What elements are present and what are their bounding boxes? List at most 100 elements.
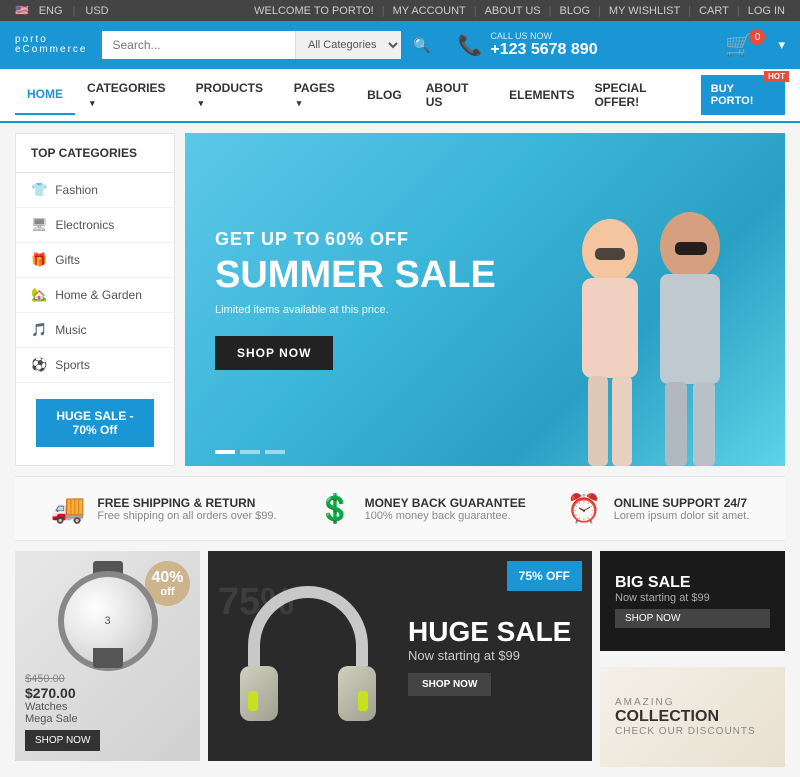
nav-item-about[interactable]: ABOUT US — [414, 69, 497, 121]
headphones-text: HUGE SALE Now starting at $99 SHOP NOW — [408, 616, 571, 696]
hero-text: GET UP TO 60% OFF SUMMER SALE Limited it… — [215, 229, 496, 371]
phone-label: CALL US NOW — [490, 31, 597, 41]
watch-image: 3 — [48, 561, 168, 668]
gift-icon: 🎁 — [31, 252, 47, 268]
monitor-icon: 🖥 — [31, 217, 48, 233]
nav-item-blog[interactable]: BLOG — [355, 76, 414, 114]
features-bar: 🚚 FREE SHIPPING & RETURN Free shipping o… — [15, 476, 785, 541]
hero-dot-1[interactable] — [215, 450, 235, 454]
clock-icon: ⏰ — [567, 492, 602, 525]
sports-icon: ⚽ — [31, 357, 47, 373]
sidebar-item-label: Fashion — [55, 183, 98, 197]
hero-image — [515, 133, 785, 466]
huge-sale-button[interactable]: HUGE SALE - 70% Off — [36, 399, 154, 447]
language-selector[interactable]: ENG — [39, 5, 63, 17]
search-input[interactable] — [102, 31, 295, 59]
hero-shop-now-button[interactable]: SHOP NOW — [215, 336, 333, 370]
collection-label: AMAZING — [615, 697, 770, 708]
big-sale-subtitle: Now starting at $99 — [615, 592, 770, 604]
truck-icon: 🚚 — [51, 492, 86, 525]
blog-link[interactable]: BLOG — [559, 5, 590, 17]
main-content: TOP CATEGORIES 👕 Fashion 🖥 Electronics 🎁… — [0, 123, 800, 476]
welcome-text: WELCOME TO PORTO! — [254, 5, 374, 17]
hero-dot-3[interactable] — [265, 450, 285, 454]
hero-dot-2[interactable] — [240, 450, 260, 454]
money-icon: 💲 — [318, 492, 353, 525]
sidebar-item-home-garden[interactable]: 🏡 Home & Garden — [16, 278, 174, 313]
big-sale-shop-now-button[interactable]: SHOP NOW — [615, 609, 770, 628]
headphones-promo-card: 75% 75% OFF HUGE SALE Now starting at $9… — [208, 551, 592, 761]
sidebar-item-gifts[interactable]: 🎁 Gifts — [16, 243, 174, 278]
special-offer-link[interactable]: SPECIAL OFFER! — [586, 69, 695, 121]
sidebar-item-fashion[interactable]: 👕 Fashion — [16, 173, 174, 208]
watches-new-price: $270.00 — [25, 685, 190, 701]
feature-desc: 100% money back guarantee. — [365, 510, 526, 522]
feature-desc: Free shipping on all orders over $99. — [97, 510, 276, 522]
logo-sub: eCommerce — [15, 45, 87, 55]
buy-porto-button[interactable]: BUY PORTO! HOT — [701, 75, 785, 115]
watches-label: Watches Mega Sale — [25, 701, 190, 725]
feature-support: ⏰ ONLINE SUPPORT 24/7 Lorem ipsum dolor … — [567, 492, 750, 525]
feature-desc: Lorem ipsum dolor sit amet. — [614, 510, 750, 522]
sidebar: TOP CATEGORIES 👕 Fashion 🖥 Electronics 🎁… — [15, 133, 175, 466]
my-account-link[interactable]: MY ACCOUNT — [393, 5, 466, 17]
search-button[interactable]: 🔍 — [401, 31, 442, 59]
chevron-down-icon: ▾ — [297, 98, 302, 108]
headphones-subtitle: Now starting at $99 — [408, 648, 571, 663]
nav-item-elements[interactable]: ELEMENTS — [497, 76, 586, 114]
sidebar-item-label: Gifts — [55, 253, 80, 267]
collection-title: COLLECTION — [615, 708, 770, 726]
login-link[interactable]: LOG IN — [748, 5, 785, 17]
hero-title: SUMMER SALE — [215, 255, 496, 297]
nav-item-products[interactable]: PRODUCTS ▾ — [184, 69, 282, 121]
logo[interactable]: porto eCommerce — [15, 35, 87, 55]
top-bar-left: 🇺🇸 ENG | USD — [15, 4, 109, 17]
cart-link[interactable]: CART — [699, 5, 729, 17]
category-select[interactable]: All Categories — [295, 31, 401, 59]
hero-pagination — [215, 450, 285, 454]
nav-item-home[interactable]: HOME — [15, 75, 75, 115]
promo-grid: 40% off 3 $450.00 $270.00 Watches Mega S… — [0, 551, 800, 777]
cart-icon: 🛒 — [725, 32, 752, 58]
headphones-shop-now-button[interactable]: SHOP NOW — [408, 673, 491, 696]
hero-subtitle: GET UP TO 60% OFF — [215, 229, 496, 250]
top-bar-right: WELCOME TO PORTO! | MY ACCOUNT | ABOUT U… — [254, 5, 785, 17]
cart-dropdown-icon: ▾ — [778, 37, 785, 53]
big-sale-title: BIG SALE — [615, 574, 770, 592]
watches-old-price: $450.00 — [25, 673, 190, 685]
headphones-title: HUGE SALE — [408, 616, 571, 648]
sidebar-item-electronics[interactable]: 🖥 Electronics — [16, 208, 174, 243]
music-icon: 🎵 — [31, 322, 47, 338]
headphone-image — [228, 576, 388, 736]
chevron-down-icon: ▾ — [90, 98, 95, 108]
sidebar-item-music[interactable]: 🎵 Music — [16, 313, 174, 348]
nav-item-pages[interactable]: PAGES ▾ — [282, 69, 355, 121]
big-sale-card: BIG SALE Now starting at $99 SHOP NOW — [600, 551, 785, 651]
phone-number: +123 5678 890 — [490, 41, 597, 59]
hero-banner: GET UP TO 60% OFF SUMMER SALE Limited it… — [185, 133, 785, 466]
sidebar-item-label: Home & Garden — [55, 288, 142, 302]
collection-card: AMAZING COLLECTION CHECK OUR DISCOUNTS — [600, 667, 785, 767]
feature-title: ONLINE SUPPORT 24/7 — [614, 496, 750, 510]
watches-info: $450.00 $270.00 Watches Mega Sale SHOP N… — [25, 673, 190, 751]
home-icon: 🏡 — [31, 287, 47, 303]
phone-area: 📞 CALL US NOW +123 5678 890 — [457, 31, 597, 59]
right-promo-column: BIG SALE Now starting at $99 SHOP NOW AM… — [600, 551, 785, 767]
shirt-icon: 👕 — [31, 182, 47, 198]
headphones-badge: 75% OFF — [507, 561, 582, 591]
header: porto eCommerce All Categories 🔍 📞 CALL … — [0, 21, 800, 69]
buy-porto-label: BUY PORTO! — [711, 83, 754, 107]
cart-area[interactable]: 🛒 0 ▾ — [725, 32, 785, 58]
sidebar-item-sports[interactable]: ⚽ Sports — [16, 348, 174, 383]
navigation: HOME CATEGORIES ▾ PRODUCTS ▾ PAGES ▾ BLO… — [0, 69, 800, 123]
wishlist-link[interactable]: MY WISHLIST — [609, 5, 680, 17]
flag-icon: 🇺🇸 — [15, 4, 29, 17]
feature-moneyback: 💲 MONEY BACK GUARANTEE 100% money back g… — [318, 492, 526, 525]
phone-icon: 📞 — [457, 33, 482, 58]
watches-shop-now-button[interactable]: SHOP NOW — [25, 730, 100, 751]
nav-item-categories[interactable]: CATEGORIES ▾ — [75, 69, 184, 121]
about-us-link[interactable]: ABOUT US — [485, 5, 541, 17]
sidebar-title: TOP CATEGORIES — [16, 134, 174, 173]
currency-selector[interactable]: USD — [85, 5, 108, 17]
cart-count-badge: 0 — [749, 29, 765, 45]
